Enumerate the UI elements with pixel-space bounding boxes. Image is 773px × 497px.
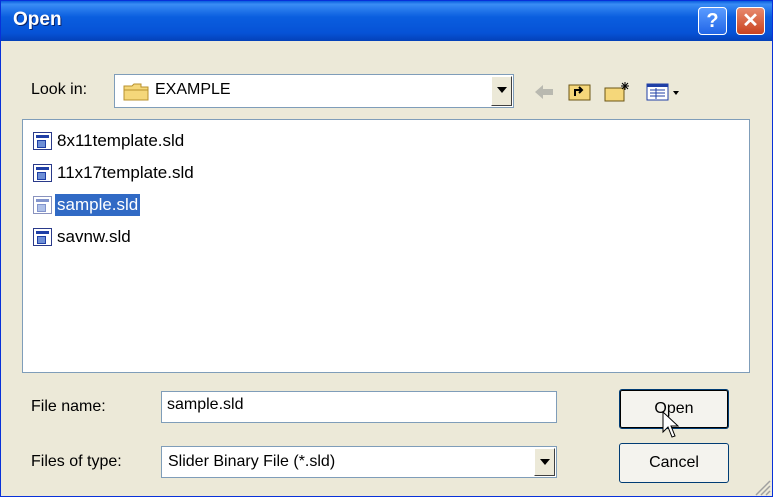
file-icon	[33, 132, 52, 150]
file-name-input[interactable]: sample.sld	[161, 391, 557, 423]
open-dialog: Open ? ✕ Look in: EXAMPLE 8x11template.s…	[0, 0, 773, 497]
list-item[interactable]: 11x17template.sld	[33, 161, 196, 185]
close-icon: ✕	[742, 10, 759, 32]
file-list[interactable]: 8x11template.sld 11x17template.sld sampl…	[22, 119, 750, 373]
list-item[interactable]: 8x11template.sld	[33, 129, 186, 153]
close-button[interactable]: ✕	[736, 7, 765, 35]
file-name-label: File name:	[31, 398, 106, 415]
file-type-label: Files of type:	[31, 453, 122, 470]
folder-icon	[123, 83, 149, 101]
title-bar[interactable]: Open ? ✕	[1, 1, 772, 41]
view-menu-icon[interactable]	[646, 81, 684, 103]
file-name: 8x11template.sld	[57, 131, 185, 150]
list-item[interactable]: savnw.sld	[33, 225, 133, 249]
help-icon: ?	[706, 10, 719, 32]
look-in-select[interactable]: EXAMPLE	[114, 74, 514, 108]
look-in-label: Look in:	[31, 81, 88, 98]
file-name: savnw.sld	[57, 227, 131, 246]
dialog-title: Open	[13, 9, 62, 30]
cancel-button[interactable]: Cancel	[619, 443, 729, 483]
cancel-button-label: Cancel	[649, 454, 699, 471]
file-type-value: Slider Binary File (*.sld)	[168, 453, 336, 470]
file-name: sample.sld	[55, 194, 141, 216]
mouse-cursor-icon	[662, 411, 680, 438]
file-name: 11x17template.sld	[57, 163, 194, 182]
file-icon	[33, 228, 52, 246]
back-arrow-icon[interactable]	[531, 81, 557, 103]
look-in-dropdown-arrow[interactable]	[491, 76, 512, 106]
help-button[interactable]: ?	[698, 7, 727, 35]
file-icon	[33, 164, 52, 182]
up-folder-icon[interactable]	[567, 81, 593, 103]
file-type-select[interactable]: Slider Binary File (*.sld)	[161, 446, 557, 478]
file-type-dropdown-arrow[interactable]	[534, 448, 555, 476]
new-folder-icon[interactable]	[603, 81, 631, 103]
file-icon	[33, 196, 52, 214]
resize-grip-icon[interactable]	[753, 478, 771, 496]
list-item-selected[interactable]: sample.sld	[33, 193, 141, 217]
look-in-value: EXAMPLE	[155, 81, 231, 98]
